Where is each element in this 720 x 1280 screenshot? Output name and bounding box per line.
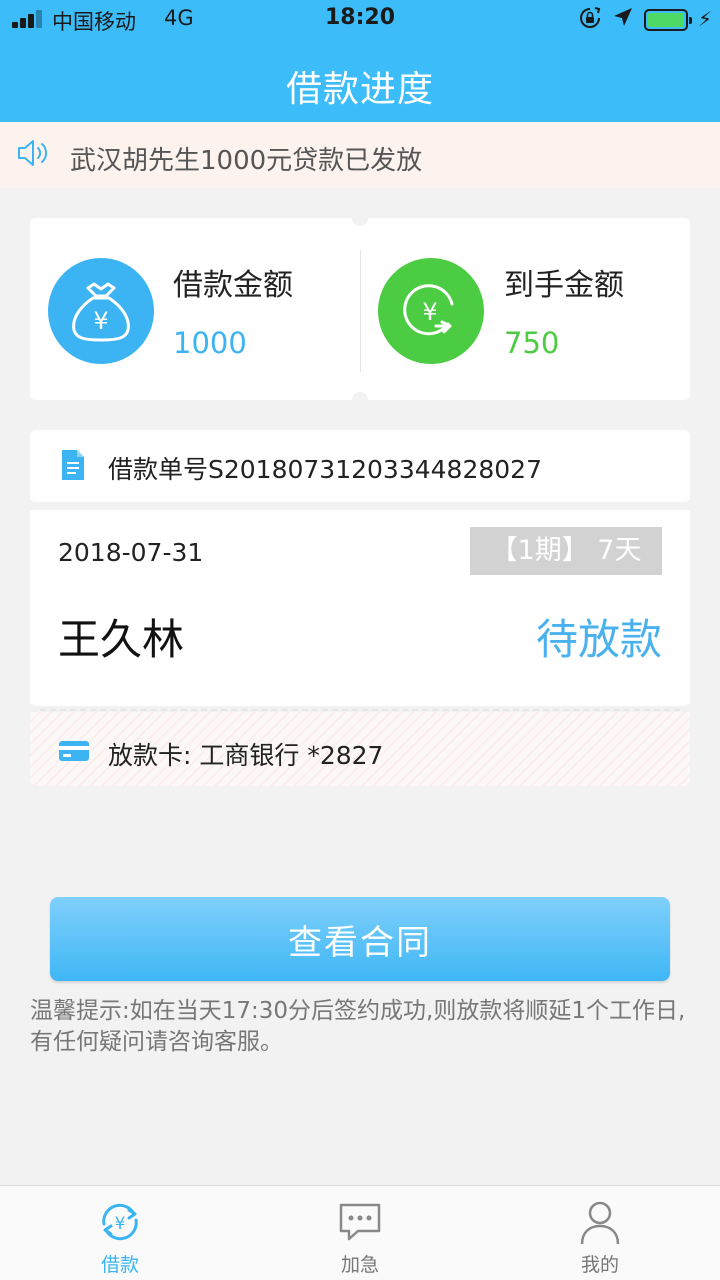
money-bag-icon: ¥	[48, 258, 154, 364]
tab-bar: ¥ 借款 加急 我的	[0, 1185, 720, 1280]
tab-urgent-label: 加急	[340, 1254, 379, 1276]
loan-order-row: 借款单号S20180731203344828027	[30, 430, 690, 502]
document-icon	[60, 448, 86, 486]
received-amount-label: 到手金额	[504, 268, 624, 303]
app-header: 中国移动 4G 18:20 ⚡ 借款进度	[0, 0, 720, 122]
tab-urgent[interactable]: 加急	[240, 1186, 480, 1280]
rotation-lock-icon	[578, 6, 602, 35]
loan-yuan-icon: ¥	[96, 1198, 144, 1246]
svg-text:¥: ¥	[93, 307, 108, 335]
loan-term-badge: 【1期】 7天	[470, 527, 662, 575]
tab-loan[interactable]: ¥ 借款	[0, 1186, 240, 1280]
loan-amount-label: 借款金额	[173, 268, 293, 303]
loan-amount-value: 1000	[173, 326, 247, 360]
bank-card-icon	[58, 740, 90, 766]
speaker-icon	[16, 138, 50, 172]
notice-text: 武汉胡先生1000元贷款已发放	[70, 146, 423, 176]
tab-loan-label: 借款	[100, 1254, 139, 1276]
reminder-tip: 温馨提示:如在当天17:30分后签约成功,则放款将顺延1个工作日,有任何疑问请咨…	[30, 998, 686, 1055]
payout-card-row: 放款卡: 工商银行 *2827	[30, 712, 690, 786]
battery-level	[648, 13, 684, 27]
charging-icon: ⚡	[698, 7, 713, 31]
status-bar: 中国移动 4G 18:20 ⚡	[0, 0, 720, 40]
profile-icon	[576, 1198, 624, 1246]
location-icon	[612, 6, 634, 33]
page-title: 借款进度	[285, 69, 434, 110]
chat-bubble-icon	[336, 1198, 384, 1246]
yuan-return-icon: ¥	[378, 258, 484, 364]
payout-card-text: 放款卡: 工商银行 *2827	[108, 741, 384, 770]
tab-me-label: 我的	[580, 1254, 619, 1276]
amount-card: ¥ 借款金额 1000 ¥ 到手金额 750	[30, 210, 690, 408]
svg-text:¥: ¥	[422, 298, 437, 326]
view-contract-button[interactable]: 查看合同	[50, 897, 670, 981]
svg-text:¥: ¥	[115, 1214, 126, 1234]
loan-detail: 2018-07-31 【1期】 7天 王久林 待放款	[30, 510, 690, 706]
received-amount-value: 750	[504, 326, 560, 360]
notice-bar: 武汉胡先生1000元贷款已发放	[0, 122, 720, 188]
battery-icon	[644, 9, 692, 31]
loan-order-number: 借款单号S20180731203344828027	[108, 455, 542, 484]
loan-date: 2018-07-31	[58, 538, 204, 567]
dashed-divider	[30, 709, 690, 711]
loan-status: 待放款	[535, 615, 662, 664]
borrower-name: 王久林	[58, 615, 185, 664]
tab-me[interactable]: 我的	[480, 1186, 720, 1280]
